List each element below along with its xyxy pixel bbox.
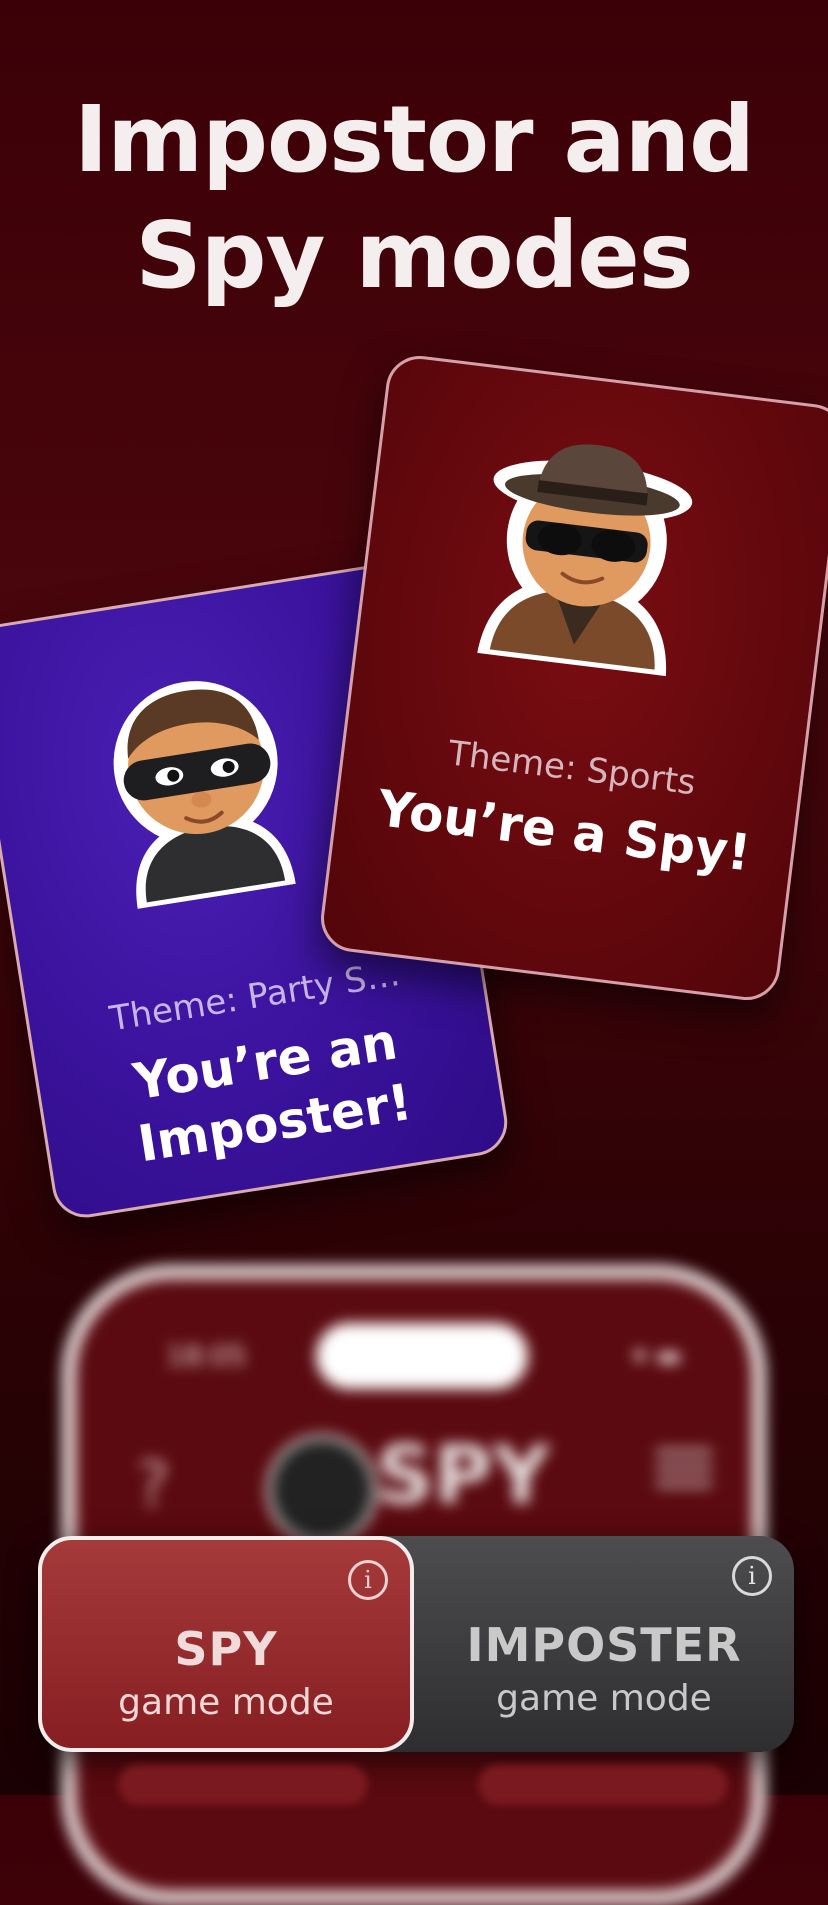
help-icon: ? xyxy=(136,1449,170,1523)
masked-thief-icon xyxy=(82,654,316,916)
spy-mode-sub: game mode xyxy=(118,1682,334,1723)
headline-line-2: Spy modes xyxy=(135,202,693,309)
spy-mode-name: SPY xyxy=(174,1622,278,1676)
app-brand: SPY xyxy=(376,1429,551,1522)
menu-icon xyxy=(656,1449,712,1489)
spy-info-icon[interactable]: i xyxy=(348,1560,388,1600)
status-time: 18:05 xyxy=(166,1339,247,1372)
headline: Impostor and Spy modes xyxy=(0,82,828,314)
imposter-mode-option[interactable]: i IMPOSTER game mode xyxy=(414,1536,794,1752)
imposter-mode-sub: game mode xyxy=(496,1678,712,1719)
app-logo-icon xyxy=(266,1434,378,1546)
imposter-info-icon[interactable]: i xyxy=(732,1556,772,1596)
status-icons: ▾ ▬ xyxy=(632,1339,682,1372)
spy-card: Theme: Sports You’re a Spy! xyxy=(317,352,828,1004)
imposter-mode-name: IMPOSTER xyxy=(466,1618,742,1672)
dynamic-island xyxy=(316,1323,528,1389)
phone-button-peek-right xyxy=(478,1765,728,1805)
game-mode-switch: i IMPOSTER game mode i SPY game mode xyxy=(38,1536,794,1752)
headline-line-1: Impostor and xyxy=(74,86,755,193)
spy-detective-icon xyxy=(466,418,704,686)
phone-button-peek-left xyxy=(118,1765,368,1805)
spy-mode-option[interactable]: i SPY game mode xyxy=(38,1536,414,1752)
